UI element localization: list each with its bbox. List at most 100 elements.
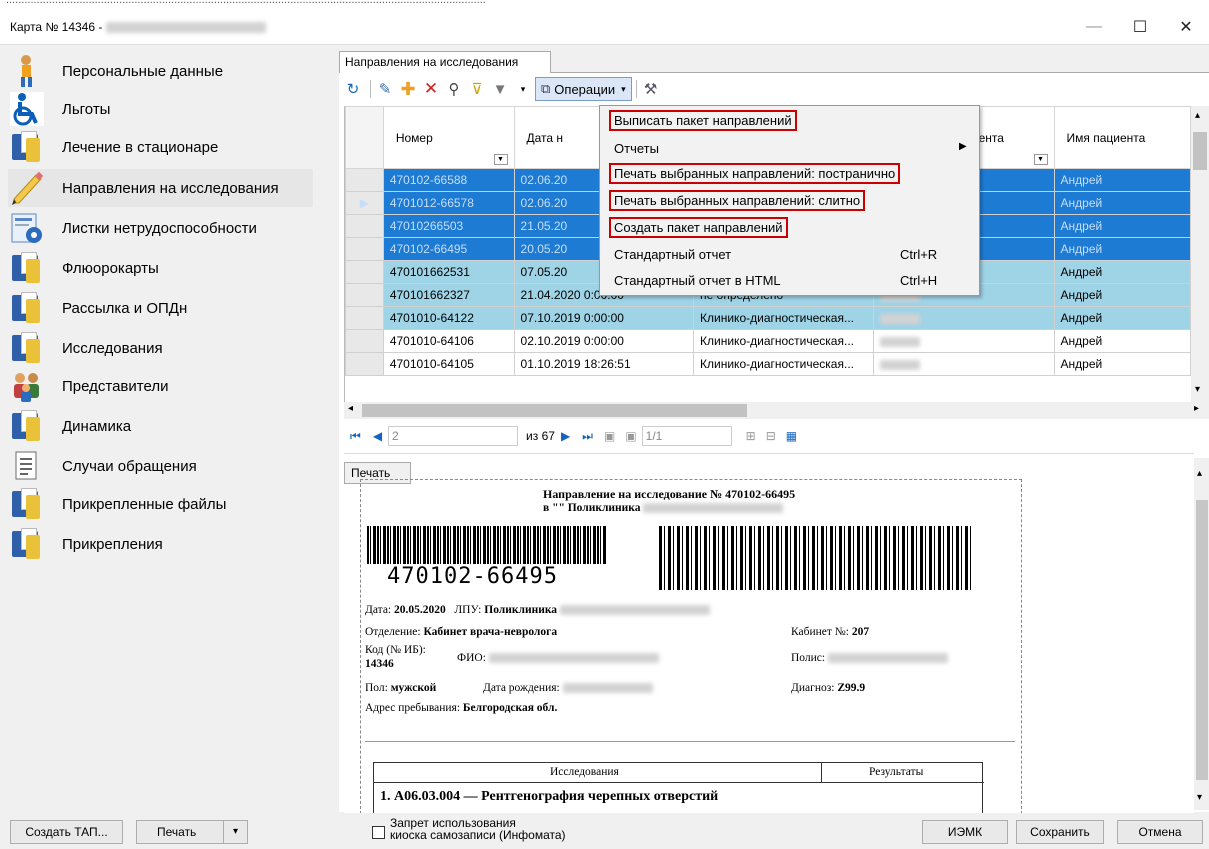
- sidebar-item-files[interactable]: Прикрепленные файлы: [8, 485, 313, 523]
- filter-edit-icon[interactable]: ⊽: [467, 79, 487, 99]
- row-indicator[interactable]: ▶: [345, 191, 384, 215]
- scroll-up-icon[interactable]: ▴: [1197, 468, 1202, 479]
- menu-item-standard-report-html[interactable]: Стандартный отчет в HTML: [614, 273, 781, 288]
- cell-date: 07.10.2019 0:00:00: [513, 306, 695, 330]
- grid-vertical-scrollbar[interactable]: ▴ ▾: [1191, 106, 1209, 402]
- sidebar-item-label: Прикрепленные файлы: [62, 495, 227, 513]
- cell-number: 470101662531: [382, 260, 515, 284]
- menu-item-reports[interactable]: Отчеты: [614, 141, 659, 156]
- operations-icon: ⧉: [541, 81, 551, 96]
- print-dropdown-button[interactable]: ▾: [223, 820, 248, 844]
- scroll-left-icon[interactable]: ◂: [348, 403, 353, 414]
- cell-type: Клинико-диагностическая...: [693, 306, 874, 330]
- refresh-icon[interactable]: ↻: [343, 79, 363, 99]
- menu-item-standard-report[interactable]: Стандартный отчет: [614, 247, 731, 262]
- row-header-corner: [345, 106, 384, 169]
- sidebar-item-label: Лечение в стационаре: [62, 138, 219, 156]
- save-icon[interactable]: ▣: [604, 429, 615, 443]
- maximize-button[interactable]: ☐: [1117, 9, 1163, 45]
- operations-button[interactable]: ⧉ Операции ▾: [535, 77, 632, 101]
- close-button[interactable]: ✕: [1163, 9, 1209, 45]
- tab-referrals[interactable]: Направления на исследования: [339, 51, 551, 73]
- find-icon[interactable]: ⚲: [444, 79, 464, 99]
- page-input[interactable]: 2: [388, 426, 519, 446]
- sidebar-item-research[interactable]: Исследования: [8, 329, 313, 367]
- person-icon: [10, 54, 44, 88]
- column-header-name[interactable]: Имя пациента: [1053, 106, 1191, 169]
- add-icon[interactable]: ✚: [398, 79, 418, 99]
- row-indicator[interactable]: [345, 283, 384, 307]
- menu-item-print-merged[interactable]: Печать выбранных направлений: слитно: [609, 190, 866, 211]
- cell-number: 470101662327: [382, 283, 515, 307]
- row-indicator[interactable]: [345, 237, 384, 261]
- sidebar-item-sick-leave[interactable]: Листки нетрудоспособности: [8, 209, 313, 247]
- doc-heading: Направление на исследование № 470102-664…: [543, 487, 796, 501]
- doc-divider: [365, 741, 1015, 742]
- doc-table: Исследования Результаты 1. А06.03.004 — …: [373, 762, 984, 813]
- sidebar-item-cases[interactable]: Случаи обращения: [8, 447, 313, 485]
- document-preview: Печать Направление на исследование № 470…: [344, 453, 1194, 813]
- table-row[interactable]: 4701010-64106 02.10.2019 0:00:00 Клинико-д…: [345, 329, 1191, 353]
- menu-item-print-paged[interactable]: Печать выбранных направлений: постраничн…: [609, 163, 901, 184]
- column-header-number[interactable]: Номер ▼: [382, 106, 515, 169]
- cancel-button[interactable]: Отмена: [1117, 820, 1203, 844]
- filter-icon[interactable]: ▼: [490, 79, 510, 99]
- scroll-down-icon[interactable]: ▾: [1197, 792, 1202, 803]
- sidebar-item-benefits[interactable]: Льготы: [8, 90, 313, 128]
- grid-horizontal-scrollbar[interactable]: ◂ ▸: [344, 402, 1209, 419]
- tools-icon[interactable]: ⚒: [641, 79, 661, 99]
- scroll-down-icon[interactable]: ▾: [1195, 384, 1200, 395]
- last-page-icon[interactable]: ⏭: [582, 429, 593, 444]
- cell-name: Андрей: [1053, 260, 1191, 284]
- filter-dropdown-icon[interactable]: ▼: [493, 154, 508, 165]
- sidebar-item-representatives[interactable]: Представители: [8, 367, 313, 405]
- sidebar-item-attachments[interactable]: Прикрепления: [8, 525, 313, 563]
- row-indicator[interactable]: [345, 168, 384, 192]
- sidebar-item-mailing[interactable]: Рассылка и ОПДн: [8, 289, 313, 327]
- table-row[interactable]: 4701010-64122 07.10.2019 0:00:00 Клинико-д…: [345, 306, 1191, 330]
- row-indicator[interactable]: [345, 306, 384, 330]
- scroll-thumb[interactable]: [1193, 132, 1207, 170]
- grid-view-icon[interactable]: ▦: [786, 429, 797, 443]
- save-button[interactable]: Сохранить: [1016, 820, 1104, 844]
- kiosk-ban-checkbox[interactable]: [372, 826, 385, 839]
- folder-icon: [10, 409, 44, 443]
- export-icon[interactable]: ▣: [625, 429, 636, 443]
- sidebar-item-label: Прикрепления: [62, 535, 163, 553]
- menu-item-issue-package[interactable]: Выписать пакет направлений: [609, 110, 797, 131]
- scroll-thumb[interactable]: [362, 404, 747, 417]
- next-page-icon[interactable]: ▶: [561, 429, 570, 443]
- prev-page-icon[interactable]: ◀: [373, 429, 382, 443]
- menu-item-create-package[interactable]: Создать пакет направлений: [609, 217, 788, 238]
- first-page-icon[interactable]: ⏮: [350, 429, 361, 444]
- row-indicator[interactable]: [345, 214, 384, 238]
- edit-icon[interactable]: ✎: [375, 79, 395, 99]
- row-indicator[interactable]: [345, 352, 384, 376]
- sidebar-item-inpatient[interactable]: Лечение в стационаре: [8, 128, 313, 166]
- sidebar-item-dynamics[interactable]: Динамика: [8, 407, 313, 445]
- sidebar-item-personal-data[interactable]: Персональные данные: [8, 52, 313, 90]
- scroll-right-icon[interactable]: ▸: [1194, 403, 1199, 414]
- submenu-arrow-icon: ▶: [959, 141, 967, 152]
- scroll-thumb[interactable]: [1196, 500, 1208, 780]
- zoom-in-icon[interactable]: ⊞: [746, 429, 756, 443]
- preview-vertical-scrollbar[interactable]: ▴ ▾: [1194, 458, 1209, 810]
- delete-icon[interactable]: ✕: [421, 79, 441, 99]
- row-indicator[interactable]: [345, 329, 384, 353]
- zoom-out-icon[interactable]: ⊟: [766, 429, 776, 443]
- barcode-text: 470102-66495: [387, 564, 558, 589]
- filter-dropdown-icon[interactable]: ▼: [1033, 154, 1048, 165]
- create-tap-button[interactable]: Создать ТАП...: [10, 820, 123, 844]
- sidebar-item-referrals[interactable]: Направления на исследования: [8, 169, 313, 207]
- scroll-up-icon[interactable]: ▴: [1195, 110, 1200, 121]
- minimize-button[interactable]: —: [1071, 9, 1117, 45]
- doc-dept-line: Отделение: Кабинет врача-невролога: [365, 626, 558, 638]
- iemk-button[interactable]: ИЭМК: [922, 820, 1008, 844]
- doc-table-header: Результаты: [869, 766, 924, 778]
- doc-birth-line: Дата рождения:: [483, 682, 653, 694]
- print-button[interactable]: Печать: [136, 820, 224, 844]
- filter-dropdown-icon[interactable]: ▾: [513, 79, 533, 99]
- table-row[interactable]: 4701010-64105 01.10.2019 18:26:51 Клинико-…: [345, 352, 1191, 376]
- row-indicator[interactable]: [345, 260, 384, 284]
- sidebar-item-fluoro[interactable]: Флюорокарты: [8, 249, 313, 287]
